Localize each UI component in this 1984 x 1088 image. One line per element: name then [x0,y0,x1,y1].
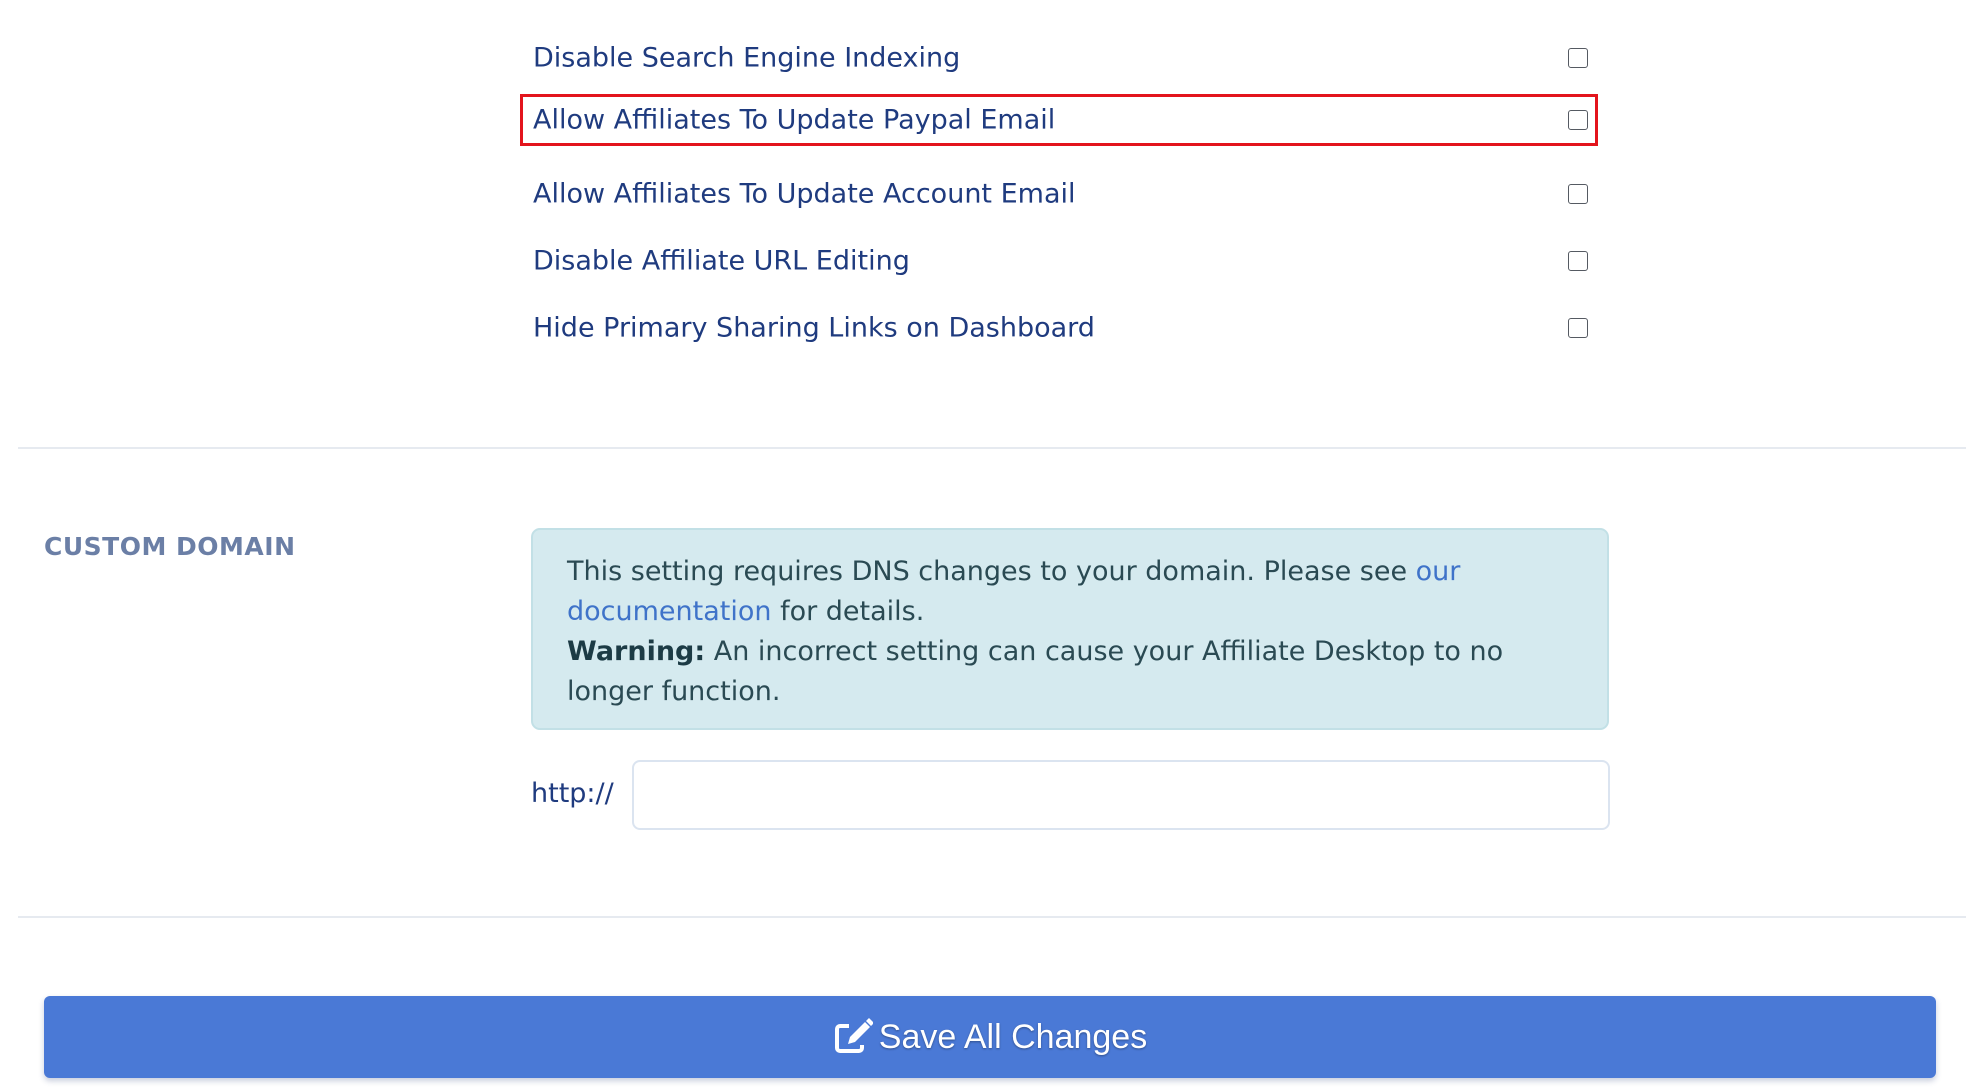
update-account-email-checkbox[interactable] [1568,184,1588,204]
url-prefix-label: http:// [531,778,614,809]
save-button-label: Save All Changes [878,1017,1148,1056]
section-divider [18,447,1966,449]
option-label: Disable Affiliate URL Editing [533,245,910,277]
update-paypal-email-checkbox[interactable] [1568,110,1588,130]
option-row-disable-search-indexing: Disable Search Engine Indexing [520,32,1598,84]
disable-search-indexing-checkbox[interactable] [1568,48,1588,68]
disable-url-editing-checkbox[interactable] [1568,251,1588,271]
section-divider [18,916,1966,918]
save-all-changes-button[interactable]: Save All Changes [44,996,1936,1078]
custom-domain-input[interactable] [632,760,1610,830]
hide-sharing-links-checkbox[interactable] [1568,318,1588,338]
option-row-update-account-email: Allow Affiliates To Update Account Email [520,168,1598,220]
notice-text-end: for details. [771,596,925,627]
option-row-hide-sharing-links: Hide Primary Sharing Links on Dashboard [520,302,1598,354]
edit-icon [833,1017,874,1057]
notice-text: This setting requires DNS changes to you… [567,556,1416,587]
option-label: Allow Affiliates To Update Account Email [533,178,1076,210]
option-label: Disable Search Engine Indexing [533,42,961,74]
option-row-disable-url-editing: Disable Affiliate URL Editing [520,235,1598,287]
warning-label: Warning: [567,636,706,667]
warning-text: An incorrect setting can cause your Affi… [567,636,1504,707]
dns-notice-box: This setting requires DNS changes to you… [531,528,1609,730]
option-label: Allow Affiliates To Update Paypal Email [533,104,1056,136]
custom-domain-heading: CUSTOM DOMAIN [44,532,296,561]
option-label: Hide Primary Sharing Links on Dashboard [533,312,1095,344]
option-row-update-paypal-email: Allow Affiliates To Update Paypal Email [520,94,1598,146]
